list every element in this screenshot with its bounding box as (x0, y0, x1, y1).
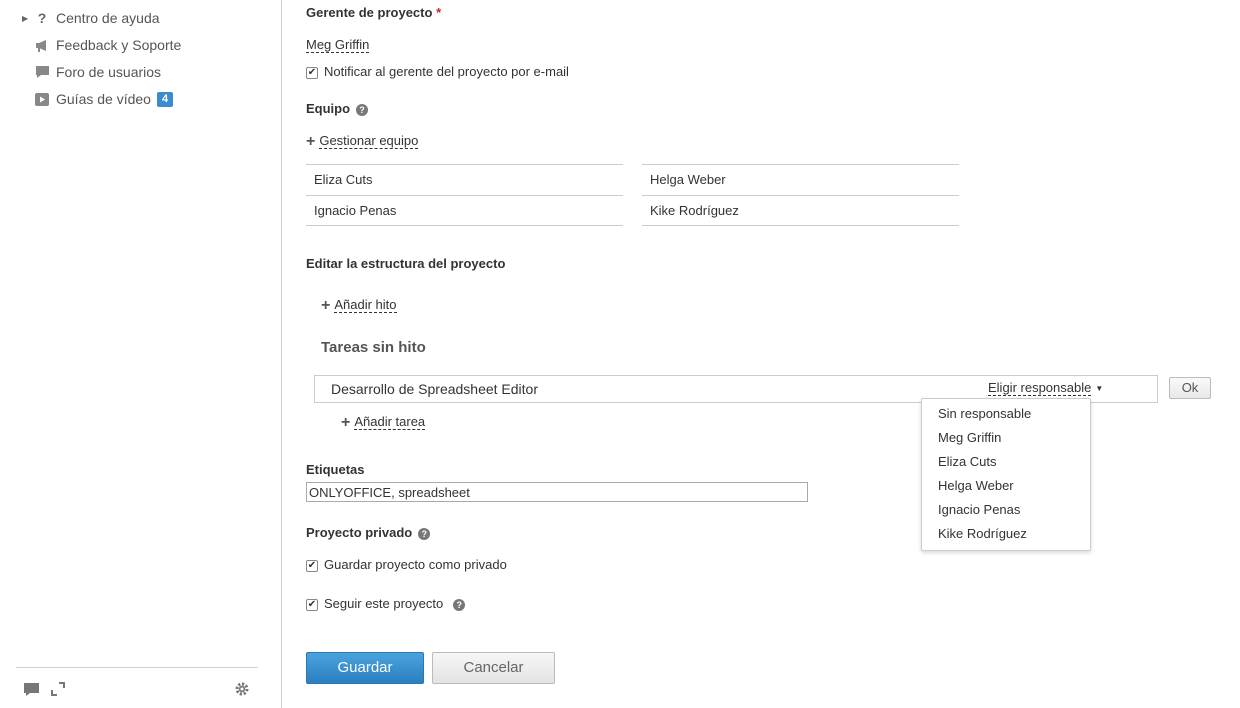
team-member: Ignacio Penas (306, 195, 623, 226)
save-private-checkbox[interactable]: ✔ (306, 559, 318, 572)
help-icon[interactable]: ? (418, 527, 431, 540)
add-task-link[interactable]: Añadir tarea (354, 414, 426, 430)
sidebar-item-label: Centro de ayuda (56, 10, 160, 26)
tags-label: Etiquetas (306, 462, 365, 477)
plus-icon: + (321, 296, 331, 314)
expand-icon[interactable] (49, 680, 67, 698)
gear-icon[interactable] (233, 680, 251, 698)
team-member: Eliza Cuts (306, 164, 623, 195)
dropdown-option[interactable]: Helga Weber (922, 474, 1090, 498)
private-heading: Proyecto privado? (306, 525, 431, 540)
video-icon (34, 91, 50, 107)
save-private-option[interactable]: ✔ Guardar proyecto como privado (306, 557, 507, 572)
manager-name[interactable]: Meg Griffin (306, 37, 370, 53)
question-icon: ? (37, 10, 47, 26)
notify-manager-label: Notificar al gerente del proyecto por e-… (324, 64, 569, 79)
video-count-badge: 4 (156, 91, 174, 107)
dropdown-option[interactable]: Meg Griffin (922, 426, 1090, 450)
sidebar-item-label: Foro de usuarios (56, 64, 162, 80)
chat-bubble-icon (34, 64, 50, 80)
dropdown-option[interactable]: Kike Rodríguez (922, 522, 1090, 546)
responsible-dropdown-menu: Sin responsable Meg Griffin Eliza Cuts H… (921, 398, 1091, 551)
team-member: Helga Weber (642, 164, 959, 195)
manager-name-link[interactable]: Meg Griffin (306, 37, 370, 53)
expand-arrow-icon[interactable]: ▶ (22, 14, 34, 23)
team-heading: Equipo? (306, 101, 369, 116)
task-name[interactable]: Desarrollo de Spreadsheet Editor (331, 381, 538, 397)
chat-icon[interactable] (22, 680, 40, 698)
sidebar-item-video-guides[interactable]: Guías de vídeo 4 (22, 88, 174, 110)
choose-responsible-dropdown[interactable]: Eligir responsable ▼ (988, 380, 1104, 396)
sidebar-item-label: Guías de vídeo (56, 91, 151, 107)
private-label: Proyecto privado (306, 525, 413, 540)
save-button[interactable]: Guardar (306, 652, 424, 684)
no-milestone-title: Tareas sin hito (321, 339, 426, 356)
tags-input[interactable] (306, 482, 808, 502)
sidebar-item-feedback[interactable]: Feedback y Soporte (22, 34, 181, 56)
ok-button[interactable]: Ok (1169, 377, 1211, 399)
structure-heading: Editar la estructura del proyecto (306, 256, 506, 271)
dropdown-option[interactable]: Ignacio Penas (922, 498, 1090, 522)
notify-manager-option[interactable]: ✔ Notificar al gerente del proyecto por e… (306, 64, 569, 79)
notify-manager-checkbox[interactable]: ✔ (306, 66, 318, 79)
manager-label: Gerente de proyecto * (306, 5, 441, 20)
sidebar-item-forum[interactable]: Foro de usuarios (22, 61, 161, 83)
manage-team-link[interactable]: Gestionar equipo (319, 133, 419, 149)
add-milestone-button[interactable]: + Añadir hito (321, 296, 397, 314)
add-task-button[interactable]: + Añadir tarea (341, 413, 426, 431)
sidebar-item-help-center[interactable]: ▶ ? Centro de ayuda (22, 7, 160, 29)
dropdown-option[interactable]: Sin responsable (922, 402, 1090, 426)
team-member: Kike Rodríguez (642, 195, 959, 226)
manage-team-button[interactable]: + Gestionar equipo (306, 132, 419, 150)
team-label: Equipo (306, 101, 351, 116)
help-icon[interactable]: ? (356, 103, 369, 116)
follow-project-option[interactable]: ✔ Seguir este proyecto? (306, 596, 466, 611)
megaphone-icon (34, 37, 50, 53)
follow-project-label: Seguir este proyecto (324, 596, 444, 611)
cancel-button[interactable]: Cancelar (432, 652, 555, 684)
choose-responsible-label[interactable]: Eligir responsable (988, 380, 1092, 396)
plus-icon: + (306, 132, 316, 150)
help-icon[interactable]: ? (453, 598, 466, 611)
save-private-label: Guardar proyecto como privado (324, 557, 507, 572)
caret-down-icon: ▼ (1095, 384, 1104, 394)
plus-icon: + (341, 413, 351, 431)
add-milestone-link[interactable]: Añadir hito (334, 297, 397, 313)
dropdown-option[interactable]: Eliza Cuts (922, 450, 1090, 474)
follow-project-checkbox[interactable]: ✔ (306, 598, 318, 611)
sidebar: ▶ ? Centro de ayuda Feedback y Soporte F… (0, 0, 282, 708)
manager-label-text: Gerente de proyecto (306, 5, 433, 20)
sidebar-footer (16, 667, 258, 707)
required-mark: * (436, 5, 442, 20)
sidebar-item-label: Feedback y Soporte (56, 37, 182, 53)
